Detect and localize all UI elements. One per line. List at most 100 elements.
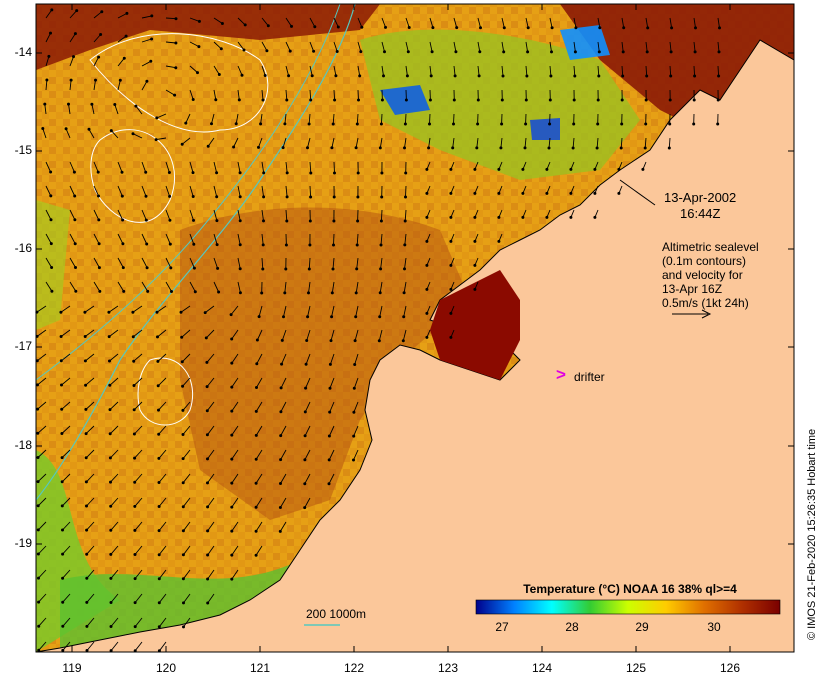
- velocity-arrow-head: [261, 267, 265, 271]
- velocity-arrow-head: [352, 458, 355, 462]
- velocity-arrow-head: [205, 360, 209, 364]
- velocity-arrow-head: [497, 167, 501, 171]
- velocity-arrow-head: [620, 122, 624, 126]
- velocity-arrow-head: [157, 601, 161, 605]
- velocity-arrow-head: [622, 26, 626, 30]
- velocity-arrow-head: [197, 45, 201, 49]
- velocity-arrow-head: [90, 102, 94, 106]
- velocity-arrow-head: [134, 104, 138, 108]
- sealevel-note-4: 13-Apr 16Z: [662, 282, 723, 296]
- velocity-arrow-head: [547, 146, 551, 150]
- velocity-arrow-head: [255, 386, 258, 389]
- velocity-arrow-head: [94, 78, 97, 82]
- velocity-arrow-head: [353, 339, 357, 343]
- velocity-arrow-head: [668, 122, 672, 126]
- velocity-arrow-head: [122, 289, 126, 293]
- velocity-arrow-head: [109, 504, 113, 508]
- colorbar-tick-label: 27: [495, 620, 509, 634]
- velocity-arrow-head: [449, 167, 453, 171]
- velocity-arrow-head: [97, 266, 101, 270]
- velocity-arrow-head: [36, 456, 40, 459]
- velocity-arrow-head: [133, 553, 137, 556]
- velocity-arrow-head: [329, 339, 333, 343]
- velocity-arrow: [453, 113, 455, 125]
- sealevel-note-1: Altimetric sealevel: [662, 240, 759, 254]
- velocity-arrow-head: [50, 289, 54, 293]
- velocity-arrow-head: [206, 529, 210, 533]
- date-label: 13-Apr-2002: [664, 190, 737, 205]
- velocity-arrow-head: [206, 553, 210, 557]
- velocity-arrow-head: [336, 25, 340, 29]
- velocity-arrow-head: [238, 267, 242, 271]
- velocity-arrow-head: [331, 122, 335, 126]
- sealevel-note-5: 0.5m/s (1kt 24h): [662, 296, 749, 310]
- velocity-arrow-head: [328, 410, 332, 414]
- velocity-arrow-head: [620, 98, 624, 102]
- velocity-arrow-head: [254, 505, 258, 509]
- lat-label: -15: [14, 143, 32, 157]
- velocity-arrow-head: [155, 310, 159, 314]
- velocity-arrow-head: [328, 386, 332, 390]
- velocity-arrow-head: [307, 122, 311, 126]
- velocity-arrow-head: [230, 337, 234, 341]
- velocity-arrow-head: [306, 315, 310, 319]
- velocity-arrow-head: [210, 122, 213, 126]
- velocity-arrow-head: [157, 553, 161, 557]
- velocity-arrow-head: [379, 219, 383, 223]
- velocity-arrow-head: [303, 482, 307, 486]
- velocity-arrow: [404, 113, 407, 125]
- velocity-arrow-head: [279, 410, 283, 414]
- velocity-arrow-head: [499, 146, 503, 150]
- velocity-arrow-head: [525, 74, 529, 78]
- velocity-arrow-head: [425, 287, 429, 291]
- velocity-arrow-head: [133, 577, 137, 581]
- velocity-arrow-head: [85, 576, 89, 580]
- lat-label: -16: [14, 241, 32, 255]
- velocity-arrow-head: [377, 339, 381, 343]
- velocity-arrow-head: [645, 50, 649, 54]
- velocity-arrow-head: [108, 432, 112, 436]
- velocity-arrow-head: [133, 601, 137, 605]
- velocity-arrow-head: [425, 167, 429, 171]
- velocity-arrow: [717, 65, 720, 77]
- velocity-arrow-head: [238, 243, 242, 247]
- velocity-arrow-head: [473, 263, 477, 267]
- velocity-arrow-head: [310, 74, 314, 78]
- colorbar-tick-label: 28: [565, 620, 579, 634]
- velocity-arrow-head: [60, 504, 64, 508]
- velocity-arrow-head: [157, 505, 161, 508]
- velocity-arrow-head: [545, 191, 549, 195]
- lon-label: 125: [625, 661, 647, 675]
- velocity-arrow-head: [69, 78, 73, 82]
- velocity-arrow-head: [452, 98, 456, 102]
- velocity-arrow-head: [307, 267, 311, 271]
- velocity-arrow-head: [217, 290, 221, 294]
- velocity-arrow-head: [425, 239, 429, 243]
- velocity-arrow-head: [97, 55, 101, 59]
- velocity-arrow-head: [352, 434, 356, 438]
- velocity-arrow-head: [97, 194, 100, 198]
- velocity-arrow-head: [359, 50, 363, 54]
- velocity-arrow-head: [380, 171, 384, 175]
- velocity-arrow-head: [352, 410, 356, 414]
- velocity-arrow-head: [693, 74, 697, 78]
- velocity-arrow-head: [404, 171, 408, 175]
- velocity-arrow-head: [168, 242, 172, 246]
- velocity-arrow-head: [716, 122, 720, 126]
- isobath-legend-label: 200 1000m: [306, 607, 367, 621]
- velocity-arrow-head: [73, 194, 77, 198]
- velocity-arrow-head: [717, 50, 721, 54]
- velocity-arrow-head: [191, 171, 195, 175]
- velocity-arrow-head: [215, 171, 219, 175]
- velocity-arrow-head: [593, 167, 597, 171]
- velocity-arrow-head: [179, 310, 183, 314]
- velocity-arrow-head: [669, 50, 673, 54]
- colorbar-title: Temperature (°C) NOAA 16 38% ql>=4: [523, 582, 737, 596]
- velocity-arrow-head: [230, 529, 234, 533]
- velocity-arrow-head: [573, 50, 577, 54]
- velocity-arrow-head: [61, 576, 65, 580]
- velocity-arrow-head: [355, 243, 359, 247]
- lat-label: -18: [14, 438, 32, 452]
- velocity-arrow-head: [403, 122, 407, 126]
- velocity-arrow-head: [43, 102, 47, 106]
